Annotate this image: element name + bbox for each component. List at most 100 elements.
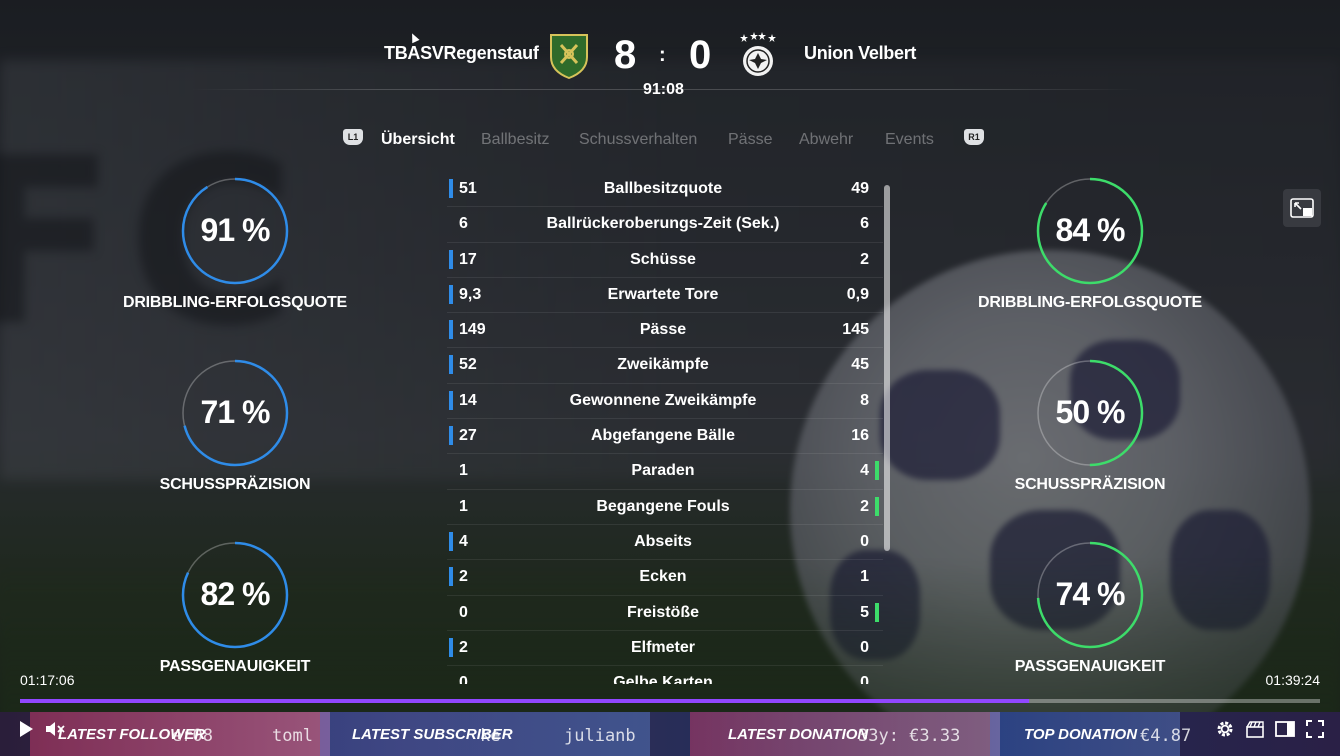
away-leader-bar [875, 461, 879, 481]
stat-name: Paraden [631, 462, 695, 480]
stat-away-value: 6 [860, 215, 869, 233]
stat-name: Ballrückeroberungs-Zeit (Sek.) [546, 215, 780, 233]
r1-bumper-icon[interactable]: R1 [964, 129, 984, 145]
stat-away-value: 4 [860, 462, 869, 480]
tab-schussverhalten[interactable]: Schussverhalten [579, 131, 697, 149]
stat-name: Ballbesitzquote [603, 180, 723, 197]
stat-row: 0 Freistöße 5 [447, 596, 883, 631]
home-ring-pass: 82 % PASSGENAUIGKEIT [115, 540, 355, 675]
stat-name: Erwartete Tore [607, 285, 719, 303]
stat-away-value: 45 [851, 356, 869, 374]
home-team-name: TBASVRegenstauf [384, 43, 539, 63]
stat-row: 1 Begangene Fouls 2 [447, 490, 883, 525]
stat-row: 0 Gelbe Karten 0 [447, 666, 883, 684]
muted-speaker-icon [46, 722, 65, 736]
subscriber-fragment: ke [480, 726, 501, 746]
clip-button[interactable] [1243, 718, 1267, 740]
stat-away-value: 5 [860, 603, 869, 621]
fullscreen-button[interactable] [1303, 718, 1327, 740]
tab-abwehr[interactable]: Abwehr [799, 131, 853, 149]
stat-name: Elfmeter [630, 638, 696, 656]
ring-label: SCHUSSPRÄZISION [159, 476, 311, 493]
header-divider [190, 89, 1140, 90]
stat-row: 149 Pässe 145 [447, 313, 883, 349]
ring-value: 50 % [1055, 394, 1126, 430]
stat-away-value: 0,9 [846, 285, 869, 303]
stat-name: Freistöße [626, 603, 699, 621]
home-leader-bar [449, 531, 453, 551]
video-duration: 01:39:24 [1265, 672, 1321, 688]
stat-name: Begangene Fouls [596, 497, 730, 515]
latest-donation-label: LATEST DONATION [728, 726, 869, 743]
stat-name: Gewonnene Zweikämpfe [569, 391, 757, 409]
stat-away-value: 145 [842, 321, 869, 339]
current-time: 01:17:06 [20, 672, 75, 688]
theatre-mode-button[interactable] [1273, 718, 1297, 740]
gear-icon [1217, 721, 1233, 737]
mute-button[interactable] [44, 718, 68, 740]
stat-name: Pässe [639, 321, 687, 339]
subscriber-name: julianb [564, 726, 636, 746]
play-button[interactable] [14, 718, 38, 740]
stat-home-value: 17 [459, 250, 477, 268]
tab-events[interactable]: Events [885, 131, 934, 149]
stat-name: Abseits [634, 532, 692, 550]
stat-home-value: 27 [459, 427, 477, 445]
stat-row: 51 Ballbesitzquote 49 [447, 172, 883, 208]
away-leader-bar [875, 496, 879, 516]
ring-value: 71 % [200, 394, 271, 430]
stat-name: Abgefangene Bälle [590, 427, 736, 445]
stat-away-value: 49 [851, 180, 869, 197]
tab-ballbesitz[interactable]: Ballbesitz [481, 131, 549, 149]
ring-label: PASSGENAUIGKEIT [1014, 658, 1166, 675]
stat-away-value: 16 [851, 427, 869, 445]
stat-away-value: 0 [860, 638, 869, 656]
stat-name: Ecken [639, 568, 687, 586]
stat-away-value: 0 [860, 674, 869, 684]
theatre-mode-icon [1275, 721, 1295, 737]
home-leader-bar [449, 179, 453, 198]
stat-away-value: 2 [860, 250, 869, 268]
top-donation-label: TOP DONATION [1024, 726, 1138, 743]
stat-away-value: 0 [860, 532, 869, 550]
away-ring-dribbling: 84 % DRIBBLING-ERFOLGSQUOTE [970, 176, 1210, 311]
ring-value: 82 % [200, 576, 271, 612]
l1-bumper-icon[interactable]: L1 [343, 129, 363, 145]
home-leader-bar [449, 426, 453, 446]
stat-name: Gelbe Karten [613, 674, 713, 684]
away-ring-pass: 74 % PASSGENAUIGKEIT [970, 540, 1210, 675]
ring-value: 74 % [1055, 576, 1126, 612]
home-leader-bar [449, 249, 453, 269]
stat-home-value: 0 [459, 674, 468, 684]
stat-home-value: 6 [459, 215, 468, 233]
home-leader-bar [449, 284, 453, 304]
tab-paesse[interactable]: Pässe [728, 131, 772, 149]
donation-fragment: 33y: €3.33 [858, 726, 961, 746]
stat-home-value: 52 [459, 356, 477, 374]
stat-home-value: 0 [459, 603, 468, 621]
stats-table[interactable]: 51 Ballbesitzquote 49 6 Ballrückeroberungs-Z… [447, 172, 883, 684]
settings-button[interactable] [1213, 718, 1237, 740]
away-ring-schuss: 50 % SCHUSSPRÄZISION [970, 358, 1210, 493]
stat-row: 17 Schüsse 2 [447, 243, 883, 278]
seek-bar-played [20, 699, 1029, 703]
ring-label: PASSGENAUIGKEIT [159, 658, 311, 675]
stats-scrollbar[interactable] [884, 185, 890, 551]
play-icon [20, 721, 33, 737]
stat-home-value: 9,3 [459, 285, 482, 303]
tab-uebersicht[interactable]: Übersicht [381, 131, 455, 149]
away-team-name: Union Velbert [804, 43, 917, 63]
miniplayer-button[interactable] [1283, 189, 1321, 227]
home-leader-bar [449, 637, 453, 657]
stat-home-value: 2 [459, 568, 468, 586]
home-score: 8 [614, 33, 637, 77]
stat-row: 14 Gewonnene Zweikämpfe 8 [447, 384, 883, 420]
stat-row: 6 Ballrückeroberungs-Zeit (Sek.) 6 [447, 207, 883, 243]
stat-home-value: 14 [459, 391, 477, 409]
home-leader-bar [449, 390, 453, 410]
clapperboard-icon [1246, 721, 1264, 738]
ring-value: 84 % [1055, 212, 1126, 248]
stat-row: 2 Elfmeter 0 [447, 631, 883, 667]
seek-bar[interactable] [20, 699, 1320, 703]
away-crest-icon [740, 32, 776, 76]
